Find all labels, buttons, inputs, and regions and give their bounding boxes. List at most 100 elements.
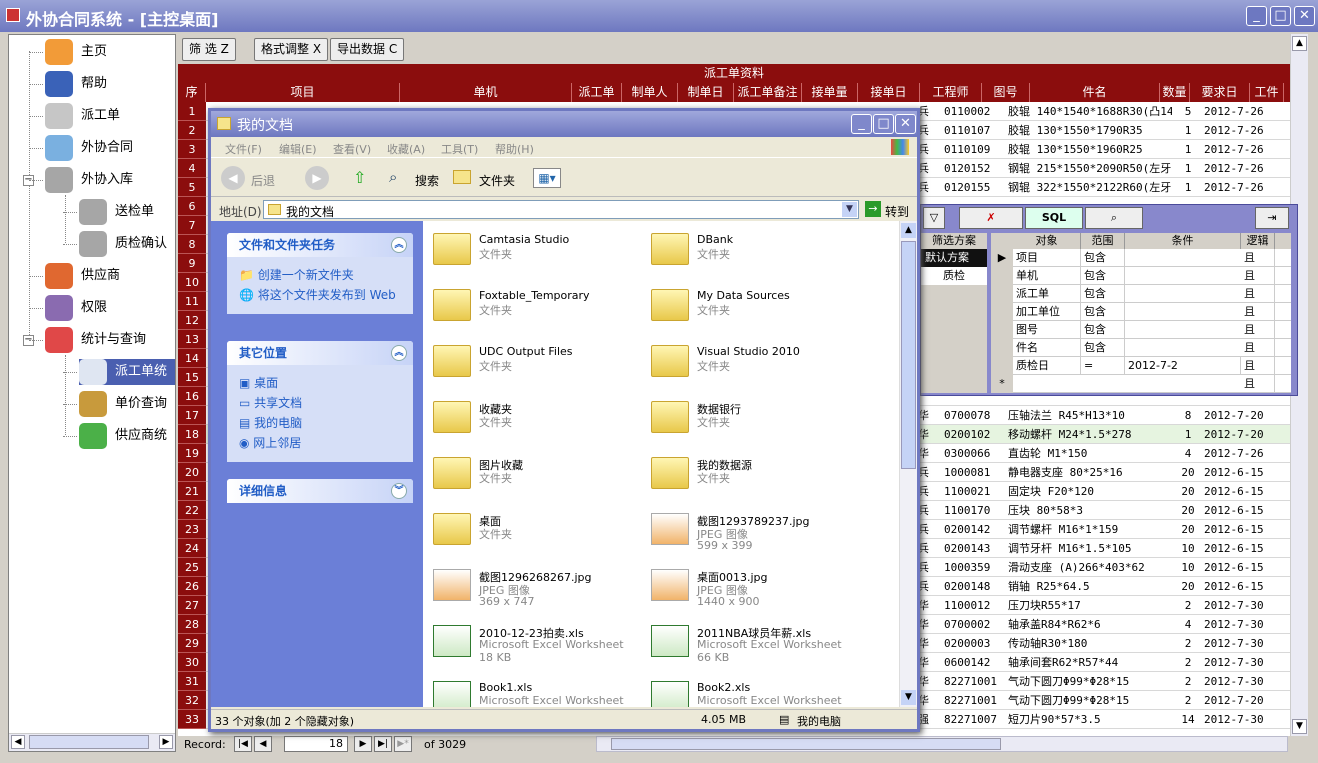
file-item[interactable]: 2011NBA球员年薪.xls Microsoft Excel Worksheet… [645, 617, 855, 671]
go-arrow-icon[interactable]: → [865, 201, 881, 217]
row-number[interactable]: 2 [178, 121, 206, 140]
filter-cell[interactable]: 且 [1244, 267, 1275, 285]
tree-hscroll[interactable]: ◀ ▶ [9, 733, 175, 751]
row-number[interactable]: 15 [178, 368, 206, 387]
column-header[interactable]: 接单日 [858, 83, 920, 102]
minimize-button[interactable]: _ [1246, 6, 1267, 26]
scheme-item[interactable]: 默认方案 [921, 249, 987, 267]
row-selector[interactable] [991, 321, 1013, 339]
filter-button[interactable]: 筛 选 Z [182, 38, 236, 61]
filter-row[interactable]: 派工单 包含 且 [991, 285, 1291, 303]
filter-cell[interactable]: 且 [1244, 357, 1275, 375]
sql-button[interactable]: SQL [1025, 207, 1083, 229]
tree-item[interactable]: 派工单统 [79, 359, 175, 385]
file-item[interactable]: 2010-12-23拍卖.xls Microsoft Excel Workshee… [427, 617, 637, 671]
filter-cell[interactable]: 且 [1244, 339, 1275, 357]
filter-funnel-icon[interactable]: ▽ [923, 207, 945, 229]
file-item[interactable]: Foxtable_Temporary 文件夹 [427, 281, 637, 335]
row-number[interactable]: 7 [178, 216, 206, 235]
tree-item[interactable]: 外协合同 [45, 135, 185, 161]
column-header[interactable]: 接单量 [802, 83, 858, 102]
explorer-maximize-button[interactable]: □ [873, 114, 894, 134]
column-header[interactable]: 制单日 [678, 83, 734, 102]
tree-item[interactable]: 派工单 [45, 103, 185, 129]
explorer-minimize-button[interactable]: _ [851, 114, 872, 134]
place-my-computer[interactable]: ▤ 我的电脑 [239, 414, 413, 431]
row-number[interactable]: 30 [178, 653, 206, 672]
go-button[interactable]: 转到 [885, 203, 909, 220]
filter-row[interactable]: 加工单位 包含 且 [991, 303, 1291, 321]
column-header[interactable]: 件名 [1030, 83, 1160, 102]
export-button[interactable]: 导出数据 C [330, 38, 405, 61]
maximize-button[interactable]: □ [1270, 6, 1291, 26]
filter-cell[interactable]: 项目 [1016, 249, 1081, 267]
filter-cell[interactable]: 图号 [1016, 321, 1081, 339]
place-shared-docs[interactable]: ▭ 共享文档 [239, 394, 413, 411]
file-item[interactable]: Visual Studio 2010 文件夹 [645, 337, 855, 391]
format-button[interactable]: 格式调整 X [254, 38, 329, 61]
back-arrow-icon[interactable]: ◀ [221, 166, 245, 190]
clear-filter-icon[interactable]: ✗ [959, 207, 1023, 229]
row-number[interactable]: 19 [178, 444, 206, 463]
task-publish-web[interactable]: 🌐 将这个文件夹发布到 Web [239, 286, 413, 303]
column-header[interactable]: 序 [178, 83, 206, 102]
file-item[interactable]: 截图1293789237.jpg JPEG 图像 599 x 399 [645, 505, 855, 559]
row-number[interactable]: 18 [178, 425, 206, 444]
filter-cell[interactable]: 包含 [1084, 249, 1125, 267]
row-number[interactable]: 25 [178, 558, 206, 577]
file-item[interactable]: 我的数据源 文件夹 [645, 449, 855, 503]
row-number[interactable]: 24 [178, 539, 206, 558]
explorer-close-button[interactable]: ✕ [895, 114, 916, 134]
row-number[interactable]: 31 [178, 672, 206, 691]
views-icon[interactable]: ▦▾ [533, 168, 561, 188]
row-selector[interactable] [991, 267, 1013, 285]
row-number[interactable]: 16 [178, 387, 206, 406]
tree-item[interactable]: 权限 [45, 295, 185, 321]
row-number[interactable]: 3 [178, 140, 206, 159]
row-number[interactable]: 23 [178, 520, 206, 539]
row-selector[interactable] [991, 303, 1013, 321]
row-number[interactable]: 1 [178, 102, 206, 121]
tree-item[interactable]: 供应商 [45, 263, 185, 289]
row-number[interactable]: 21 [178, 482, 206, 501]
menu-item[interactable]: 编辑(E) [279, 141, 317, 157]
row-number[interactable]: 27 [178, 596, 206, 615]
file-item[interactable]: My Data Sources 文件夹 [645, 281, 855, 335]
row-number[interactable]: 26 [178, 577, 206, 596]
file-item[interactable]: DBank 文件夹 [645, 225, 855, 279]
tree-item[interactable]: 统计与查询 [45, 327, 185, 353]
filter-cell[interactable]: 且 [1244, 285, 1275, 303]
file-item[interactable]: Camtasia Studio 文件夹 [427, 225, 637, 279]
search-button[interactable]: 搜索 [415, 172, 439, 189]
row-number[interactable]: 11 [178, 292, 206, 311]
filter-cell[interactable]: 派工单 [1016, 285, 1081, 303]
row-number[interactable]: 9 [178, 254, 206, 273]
column-header[interactable]: 单机 [400, 83, 572, 102]
filter-cell[interactable]: 包含 [1084, 339, 1125, 357]
expand-icon[interactable]: ︾ [391, 483, 407, 499]
filter-row[interactable]: 单机 包含 且 [991, 267, 1291, 285]
row-selector[interactable] [991, 339, 1013, 357]
filter-cell[interactable]: 单机 [1016, 267, 1081, 285]
column-header[interactable]: 工程师 [920, 83, 982, 102]
row-selector[interactable]: * [991, 375, 1013, 393]
row-number[interactable]: 4 [178, 159, 206, 178]
filter-cell[interactable]: 质检日 [1016, 357, 1081, 375]
file-item[interactable]: 收藏夹 文件夹 [427, 393, 637, 447]
row-number[interactable]: 10 [178, 273, 206, 292]
column-header[interactable]: 图号 [982, 83, 1030, 102]
tree-item[interactable]: 主页 [45, 39, 185, 65]
filter-cell[interactable]: 加工单位 [1016, 303, 1081, 321]
filter-cell[interactable]: 包含 [1084, 303, 1125, 321]
row-number[interactable]: 5 [178, 178, 206, 197]
row-number[interactable]: 17 [178, 406, 206, 425]
chevron-down-icon[interactable]: ▼ [842, 202, 857, 217]
filter-cell[interactable]: 且 [1244, 249, 1275, 267]
column-header[interactable]: 制单人 [622, 83, 678, 102]
filter-row[interactable]: ▶ 项目 包含 且 [991, 249, 1291, 267]
file-item[interactable]: Book1.xls Microsoft Excel Worksheet [427, 673, 637, 707]
row-number[interactable]: 33 [178, 710, 206, 729]
row-number[interactable]: 22 [178, 501, 206, 520]
filter-cell[interactable]: 且 [1244, 321, 1275, 339]
column-header[interactable]: 要求日 [1190, 83, 1250, 102]
